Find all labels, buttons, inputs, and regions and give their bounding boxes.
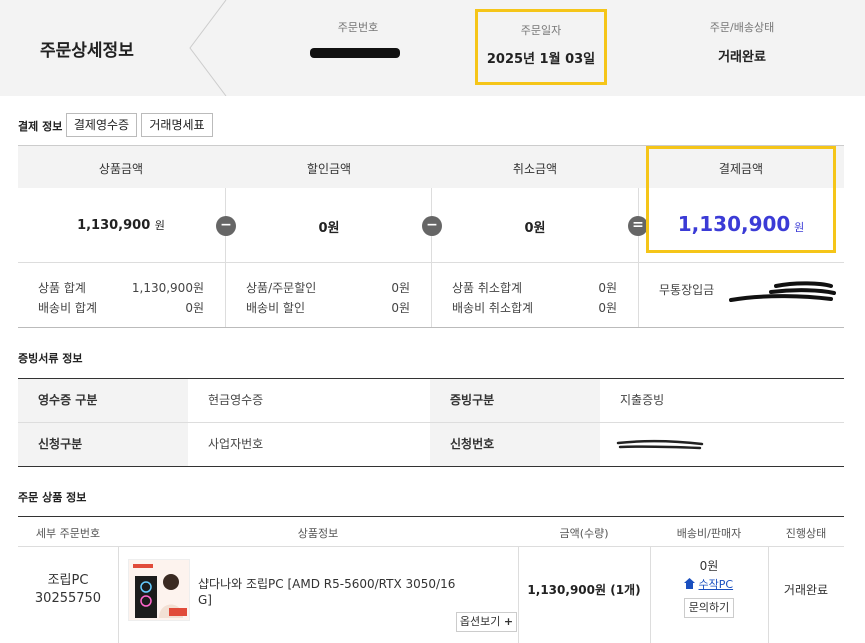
- detail-order-line1: 조립PC: [47, 573, 89, 588]
- th-shipping-seller: 배송비/판매자: [676, 527, 742, 540]
- th-status: 진행상태: [785, 527, 827, 540]
- order-items-section-label: 주문 상품 정보: [18, 491, 87, 504]
- product-thumbnail-image: [129, 560, 189, 620]
- order-date-column: 주문일자 2025년 1월 03일: [475, 9, 607, 85]
- proof-type-value: 지출증빙: [620, 393, 665, 407]
- home-icon: [684, 578, 695, 589]
- product-total-label: 상품 합계: [38, 281, 86, 295]
- item-status: 거래완료: [783, 583, 829, 597]
- order-status-label: 주문/배송상태: [709, 21, 775, 34]
- product-name[interactable]: 샵다나와 조립PC [AMD R5-5600/RTX 3050/16 G]: [198, 576, 455, 608]
- options-view-button[interactable]: 옵션보기 +: [456, 612, 517, 632]
- order-number-redacted: [310, 48, 400, 58]
- order-date-label: 주문일자: [520, 24, 562, 37]
- product-total-value: 1,130,900원: [131, 281, 204, 295]
- transaction-statement-button[interactable]: 거래명세표: [141, 113, 213, 137]
- divider: [225, 188, 226, 328]
- payment-receipt-button[interactable]: 결제영수증: [66, 113, 137, 137]
- receipt-type-value: 현금영수증: [208, 393, 264, 407]
- col-discount-amount: 할인금액: [306, 162, 352, 176]
- product-cancel-label: 상품 취소합계: [452, 281, 523, 295]
- product-amount-number: 1,130,900: [77, 218, 151, 233]
- total-amount-highlight: [646, 146, 836, 253]
- divider: [118, 547, 119, 643]
- payment-method: 무통장입금: [659, 283, 715, 297]
- header-chevron-divider: [189, 0, 227, 96]
- item-shipping: 0원: [699, 559, 719, 573]
- request-number-label: 신청번호: [430, 423, 600, 466]
- page-title: 주문상세정보: [40, 41, 134, 61]
- divider: [18, 516, 844, 517]
- order-number-column: 주문번호: [268, 0, 448, 96]
- plus-icon: +: [503, 615, 514, 628]
- discount-amount-value: 0원: [318, 221, 340, 236]
- divider: [18, 262, 844, 263]
- th-product-info: 상품정보: [297, 527, 339, 540]
- minus-icon: −: [422, 216, 442, 236]
- shipping-cancel-label: 배송비 취소합계: [452, 301, 534, 315]
- minus-icon: −: [216, 216, 236, 236]
- col-product-amount: 상품금액: [98, 162, 144, 176]
- product-name-line2: G]: [198, 593, 212, 607]
- proof-type-label: 증빙구분: [430, 379, 600, 422]
- shipping-discount-value: 0원: [391, 301, 410, 315]
- divider: [18, 466, 844, 467]
- detail-order-line2: 30255750: [34, 591, 102, 606]
- divider: [431, 188, 432, 328]
- options-view-label: 옵션보기: [459, 615, 501, 628]
- order-discount-value: 0원: [391, 281, 410, 295]
- seller-link[interactable]: 수작PC: [684, 576, 733, 592]
- order-date-value: 2025년 1월 03일: [486, 52, 596, 67]
- won-unit: 원: [154, 219, 165, 232]
- total-amount-value: 1,130,900 원: [656, 212, 826, 236]
- inquiry-button[interactable]: 문의하기: [684, 598, 734, 618]
- equals-icon: =: [628, 216, 648, 236]
- divider: [638, 188, 639, 328]
- divider: [18, 546, 844, 547]
- order-status-value: 거래완료: [718, 50, 766, 65]
- receipt-type-label: 영수증 구분: [18, 379, 188, 422]
- product-cancel-value: 0원: [598, 281, 617, 295]
- item-price: 1,130,900원 (1개): [527, 583, 641, 597]
- request-type-value: 사업자번호: [208, 437, 264, 451]
- request-number-redacted: [616, 439, 704, 450]
- shipping-cancel-value: 0원: [598, 301, 617, 315]
- cancel-amount-value: 0원: [524, 221, 546, 236]
- shipping-total-value: 0원: [185, 301, 204, 315]
- request-type-label: 신청구분: [18, 423, 188, 466]
- order-number-label: 주문번호: [337, 21, 379, 34]
- th-detail-no: 세부 주문번호: [35, 527, 101, 540]
- shipping-discount-label: 배송비 할인: [246, 301, 306, 315]
- total-amount-number: 1,130,900: [677, 212, 791, 236]
- order-status-column: 주문/배송상태 거래완료: [652, 0, 832, 96]
- product-thumbnail[interactable]: [128, 559, 190, 621]
- seller-name: 수작PC: [698, 578, 734, 591]
- col-cancel-amount: 취소금액: [512, 162, 558, 176]
- order-discount-label: 상품/주문할인: [246, 281, 317, 295]
- th-price-qty: 금액(수량): [559, 527, 609, 540]
- product-name-line1: 샵다나와 조립PC [AMD R5-5600/RTX 3050/16: [198, 577, 456, 591]
- account-redacted: [729, 281, 836, 302]
- detail-order-number: 조립PC 30255750: [18, 572, 118, 608]
- documents-section-label: 증빙서류 정보: [18, 352, 83, 365]
- won-unit: 원: [794, 221, 805, 234]
- product-amount-value: 1,130,900 원: [18, 217, 224, 233]
- shipping-total-label: 배송비 합계: [38, 301, 98, 315]
- payment-section-label: 결제 정보: [18, 120, 63, 133]
- divider: [18, 327, 844, 328]
